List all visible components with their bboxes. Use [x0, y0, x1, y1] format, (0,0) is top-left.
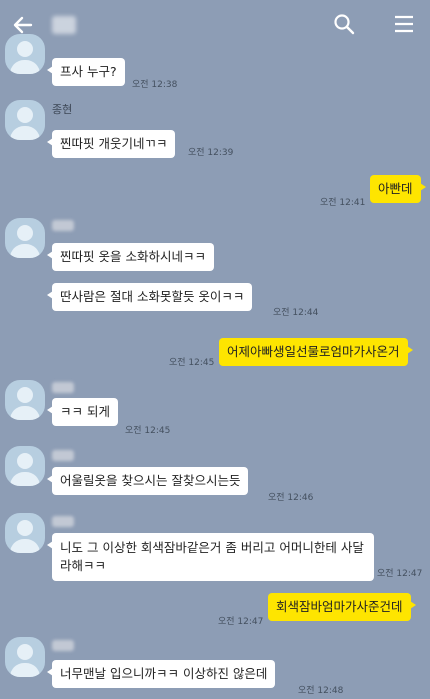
message-time: 오전 12:45	[169, 358, 215, 368]
avatar[interactable]	[5, 218, 45, 258]
avatar[interactable]	[5, 380, 45, 420]
message-time: 오전 12:39	[188, 148, 234, 158]
message-bubble: ㅋㅋ 되게	[47, 398, 118, 426]
message-bubble: 니도 그 이상한 회색잠바같은거 좀 버리고 어머니한테 사달라해ㅋㅋ	[47, 533, 374, 581]
blurred-sender-name	[52, 382, 74, 393]
message-time: 오전 12:47	[218, 617, 264, 627]
message-time: 오전 12:38	[132, 80, 178, 90]
blurred-chat-title	[52, 16, 76, 34]
chat-header	[0, 0, 430, 50]
my-message-bubble: 어제아빠생일선물로엄마가사온거	[219, 338, 413, 366]
message-time: 오전 12:41	[320, 198, 366, 208]
blurred-sender-name	[52, 220, 74, 231]
message-bubble: 딴사람은 절대 소화못할듯 옷이ㅋㅋ	[46, 283, 253, 311]
message-bubble: 찐따핏 개웃기네ㄲㅋ	[46, 130, 176, 158]
blurred-sender-name	[52, 640, 74, 651]
menu-icon[interactable]	[392, 12, 416, 36]
sender-name: 종현	[52, 103, 73, 116]
avatar[interactable]	[5, 513, 45, 553]
message-bubble: 어울릴옷을 찾으시는 잘찾으시는듯	[46, 467, 249, 495]
my-message-bubble: 아빤데	[370, 175, 425, 203]
message-time: 오전 12:46	[268, 493, 314, 503]
message-bubble: 너무맨날 입으니까ㅋㅋ 이상하진 않은데	[46, 660, 276, 688]
message-bubble: 찐따핏 옷을 소화하시네ㅋㅋ	[47, 243, 214, 271]
blurred-sender-name	[52, 450, 74, 461]
avatar[interactable]	[5, 446, 45, 486]
search-icon[interactable]	[332, 12, 356, 36]
message-time: 오전 12:48	[298, 686, 344, 696]
message-time: 오전 12:44	[273, 308, 319, 318]
message-bubble: 프사 누구?	[47, 58, 125, 86]
message-time: 오전 12:45	[125, 426, 171, 436]
my-message-bubble: 회색잠바엄마가사준건데	[268, 593, 416, 621]
avatar[interactable]	[5, 34, 45, 74]
blurred-sender-name	[52, 516, 74, 527]
avatar[interactable]	[5, 637, 45, 677]
avatar[interactable]	[5, 100, 45, 140]
message-time: 오전 12:47	[377, 569, 423, 579]
